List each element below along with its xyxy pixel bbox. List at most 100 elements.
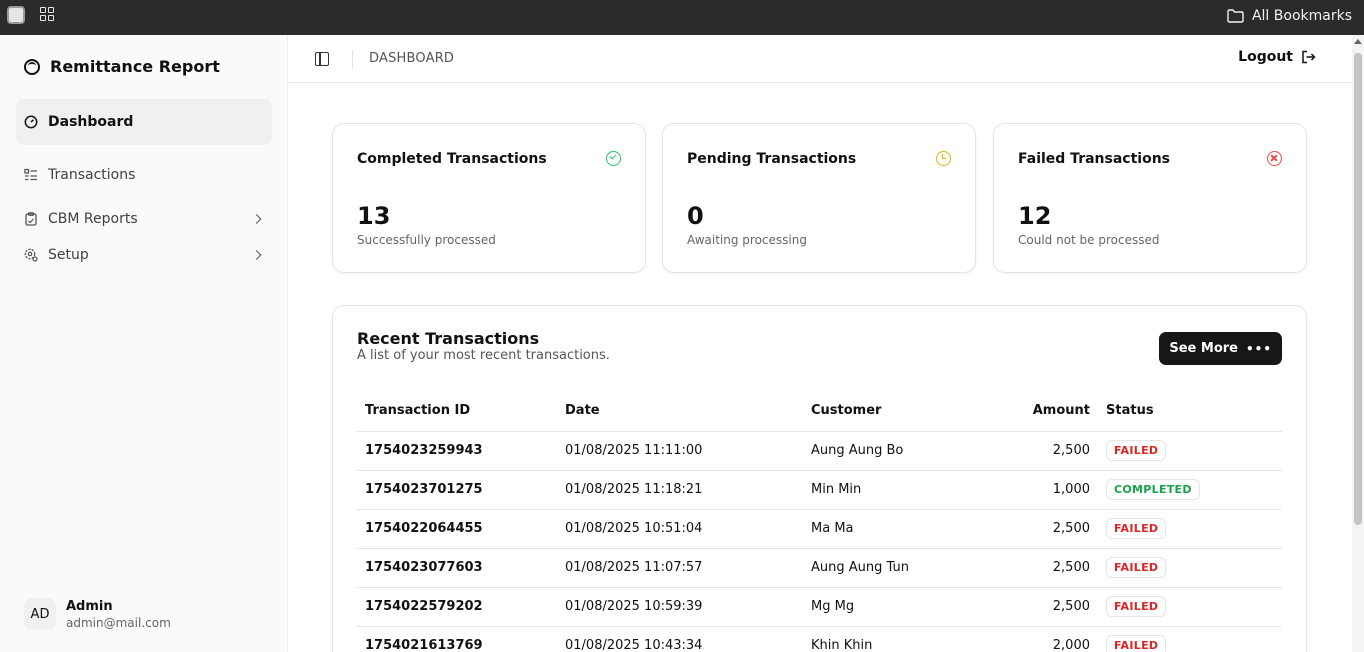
app-icon[interactable] — [7, 6, 25, 24]
card-subtitle: Awaiting processing — [687, 233, 807, 247]
transaction-date: 01/08/2025 11:11:00 — [557, 431, 803, 471]
avatar: AD — [24, 598, 56, 630]
transaction-customer: Aung Aung Bo — [803, 431, 983, 471]
sidebar-toggle-icon[interactable] — [315, 52, 329, 66]
x-circle-icon — [1267, 151, 1282, 166]
transaction-amount: 2,500 — [983, 587, 1098, 627]
status-cell: COMPLETED — [1098, 470, 1282, 510]
transaction-customer: Ma Ma — [803, 509, 983, 549]
table-row[interactable]: 1754023259943 01/08/2025 11:11:00 Aung A… — [357, 431, 1282, 471]
brand-logo-icon — [24, 58, 40, 75]
card-value: 13 — [357, 202, 391, 230]
transaction-customer: Aung Aung Tun — [803, 548, 983, 588]
clipboard-icon — [25, 212, 37, 226]
scrollbar-thumb[interactable] — [1354, 53, 1362, 525]
table-row[interactable]: 1754022064455 01/08/2025 10:51:04 Ma Ma … — [357, 509, 1282, 549]
table-row[interactable]: 1754021613769 01/08/2025 10:43:34 Khin K… — [357, 626, 1282, 652]
transaction-date: 01/08/2025 10:51:04 — [557, 509, 803, 549]
transaction-amount: 2,000 — [983, 626, 1098, 652]
page-scrollbar[interactable] — [1352, 35, 1364, 652]
column-header[interactable]: Date — [557, 391, 803, 432]
transaction-id: 1754021613769 — [357, 626, 557, 652]
all-bookmarks-label: All Bookmarks — [1251, 8, 1352, 24]
card-value: 12 — [1018, 202, 1052, 230]
transaction-amount: 2,500 — [983, 548, 1098, 588]
transaction-customer: Min Min — [803, 470, 983, 510]
table-row[interactable]: 1754023077603 01/08/2025 11:07:57 Aung A… — [357, 548, 1282, 588]
header-divider — [352, 50, 353, 68]
status-badge: FAILED — [1106, 518, 1167, 539]
user-profile[interactable]: AD Admin admin@mail.com — [24, 598, 171, 630]
brand-title: Remittance Report — [50, 57, 220, 76]
card-subtitle: Successfully processed — [357, 233, 496, 247]
failed-transactions-card: Failed Transactions 12 Could not be proc… — [993, 123, 1307, 273]
brand[interactable]: Remittance Report — [24, 57, 220, 76]
table-row[interactable]: 1754023701275 01/08/2025 11:18:21 Min Mi… — [357, 470, 1282, 510]
status-badge: FAILED — [1106, 635, 1167, 652]
see-more-label: See More — [1169, 341, 1238, 356]
card-title: Failed Transactions — [1018, 151, 1170, 167]
transaction-id: 1754023701275 — [357, 470, 557, 510]
breadcrumb: DASHBOARD — [369, 51, 455, 66]
status-badge: FAILED — [1106, 596, 1167, 617]
sidebar-item-transactions[interactable]: Transactions — [16, 152, 272, 198]
logout-label: Logout — [1238, 49, 1293, 65]
transaction-date: 01/08/2025 10:59:39 — [557, 587, 803, 627]
card-title: Pending Transactions — [687, 151, 857, 167]
scroll-up-arrow-icon[interactable] — [1354, 39, 1362, 44]
sidebar-item-label: CBM Reports — [48, 211, 138, 227]
apps-grid-icon[interactable] — [40, 7, 55, 22]
table-row[interactable]: 1754022579202 01/08/2025 10:59:39 Mg Mg … — [357, 587, 1282, 627]
chevron-right-icon — [251, 214, 262, 224]
check-circle-icon — [606, 151, 621, 166]
section-description: A list of your most recent transactions. — [357, 348, 610, 363]
more-horizontal-icon: ••• — [1245, 341, 1272, 356]
transactions-table: Transaction ID Date Customer Amount Stat… — [357, 391, 1282, 652]
section-title: Recent Transactions — [357, 329, 540, 348]
transaction-amount: 2,500 — [983, 431, 1098, 471]
card-title: Completed Transactions — [357, 151, 547, 167]
column-header[interactable]: Transaction ID — [357, 391, 557, 432]
pending-transactions-card: Pending Transactions 0 Awaiting processi… — [662, 123, 976, 273]
column-header[interactable]: Amount — [983, 391, 1098, 432]
sidebar-item-dashboard[interactable]: Dashboard — [16, 99, 272, 145]
list-icon — [24, 168, 37, 181]
transaction-id: 1754023077603 — [357, 548, 557, 588]
status-cell: FAILED — [1098, 626, 1282, 652]
browser-toolbar: All Bookmarks — [0, 0, 1364, 35]
gauge-icon — [24, 115, 38, 129]
user-email: admin@mail.com — [66, 615, 171, 630]
column-header[interactable]: Customer — [803, 391, 983, 432]
chevron-right-icon — [251, 250, 262, 260]
all-bookmarks-button[interactable]: All Bookmarks — [1227, 6, 1352, 26]
see-more-button[interactable]: See More ••• — [1159, 332, 1282, 365]
sidebar-item-setup[interactable]: Setup — [16, 232, 272, 278]
card-value: 0 — [687, 202, 704, 230]
column-header[interactable]: Status — [1098, 391, 1282, 432]
top-header: DASHBOARD Logout — [288, 35, 1352, 83]
status-badge: FAILED — [1106, 440, 1167, 461]
logout-button[interactable]: Logout — [1238, 49, 1316, 65]
folder-icon — [1227, 9, 1244, 23]
completed-transactions-card: Completed Transactions 13 Successfully p… — [332, 123, 646, 273]
status-badge: FAILED — [1106, 557, 1167, 578]
sidebar-item-label: Setup — [48, 247, 89, 263]
status-cell: FAILED — [1098, 587, 1282, 627]
transaction-id: 1754022579202 — [357, 587, 557, 627]
table-header-row: Transaction ID Date Customer Amount Stat… — [357, 391, 1282, 432]
status-badge: COMPLETED — [1106, 479, 1200, 500]
settings-icon — [24, 248, 38, 262]
transaction-date: 01/08/2025 11:18:21 — [557, 470, 803, 510]
sidebar-item-label: Transactions — [48, 167, 136, 183]
transaction-date: 01/08/2025 10:43:34 — [557, 626, 803, 652]
transaction-amount: 1,000 — [983, 470, 1098, 510]
status-cell: FAILED — [1098, 431, 1282, 471]
sidebar: Remittance Report Dashboard Transactions… — [0, 35, 288, 652]
transaction-customer: Khin Khin — [803, 626, 983, 652]
transaction-customer: Mg Mg — [803, 587, 983, 627]
transaction-date: 01/08/2025 11:07:57 — [557, 548, 803, 588]
recent-transactions-card: Recent Transactions A list of your most … — [332, 305, 1307, 652]
user-name: Admin — [66, 598, 113, 614]
sidebar-item-label: Dashboard — [48, 114, 134, 130]
transaction-amount: 2,500 — [983, 509, 1098, 549]
